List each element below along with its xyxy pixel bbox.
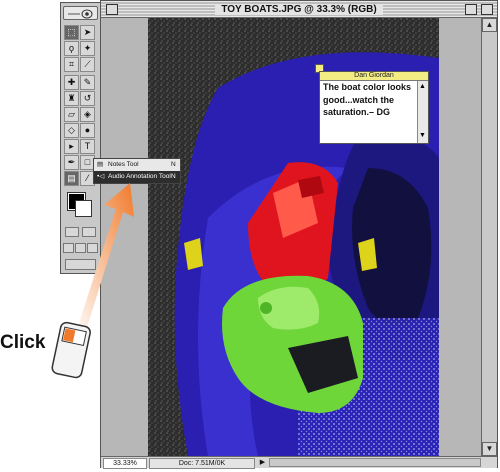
magic-wand-icon[interactable]: ✦ <box>80 41 95 56</box>
dodge-tool-icon[interactable]: ● <box>80 123 95 138</box>
type-tool-icon[interactable]: T <box>80 139 95 154</box>
eraser-tool-icon[interactable]: ▱ <box>64 107 79 122</box>
note-text[interactable]: The boat color looks good...watch the sa… <box>323 81 416 119</box>
vertical-scrollbar[interactable]: ▲ ▼ <box>481 18 497 456</box>
eye-logo-icon <box>68 9 93 19</box>
annotation-note[interactable]: Dan Giordan The boat color looks good...… <box>319 71 429 144</box>
healing-brush-icon[interactable]: ✚ <box>64 75 79 90</box>
note-author: Dan Giordan <box>320 72 428 81</box>
note-scroll-up-icon[interactable]: ▲ <box>419 83 426 90</box>
document-size: Doc: 7.51M/0K <box>149 458 255 469</box>
menu-item-shortcut: N <box>171 173 176 180</box>
window-title: TOY BOATS.JPG @ 33.3% (RGB) <box>101 2 497 17</box>
paint-bucket-icon[interactable]: ◈ <box>80 107 95 122</box>
zoom-field[interactable]: 33.33% <box>103 458 147 469</box>
menu-item-label: Notes Tool <box>108 161 139 168</box>
slice-tool-icon[interactable]: ⟋ <box>80 57 95 72</box>
history-brush-icon[interactable]: ↺ <box>80 91 95 106</box>
notes-menu-icon: ▤ <box>97 161 104 168</box>
scroll-down-icon[interactable]: ▼ <box>482 442 497 456</box>
lasso-tool-icon[interactable]: ϙ <box>64 41 79 56</box>
brush-tool-icon[interactable]: ✎ <box>80 75 95 90</box>
zoom-box[interactable] <box>465 4 477 15</box>
scroll-up-icon[interactable]: ▲ <box>482 18 497 32</box>
status-menu-arrow-icon[interactable]: ▶ <box>258 458 267 467</box>
status-bar: 33.33% Doc: 7.51M/0K ▶ <box>101 456 497 469</box>
green-boat-knob <box>260 302 272 314</box>
collapse-box[interactable] <box>481 4 493 15</box>
note-scrollbar[interactable]: ▲ ▼ <box>417 81 428 143</box>
horizontal-scrollbar[interactable] <box>269 458 481 467</box>
crop-tool-icon[interactable]: ⌗ <box>64 57 79 72</box>
mouse-click-icon <box>51 321 91 379</box>
marquee-tool-icon[interactable]: ⬚ <box>64 25 79 40</box>
move-tool-icon[interactable]: ➤ <box>80 25 95 40</box>
toolbox-header-logo <box>63 6 98 20</box>
blur-tool-icon[interactable]: ◇ <box>64 123 79 138</box>
document-window: TOY BOATS.JPG @ 33.3% (RGB) Dan Giordan … <box>100 0 498 469</box>
title-bar[interactable]: TOY BOATS.JPG @ 33.3% (RGB) <box>101 1 497 18</box>
pen-tool-icon[interactable]: ✒ <box>64 155 79 170</box>
note-scroll-down-icon[interactable]: ▼ <box>419 132 426 139</box>
menu-item-notes-tool[interactable]: ▤ Notes Tool N <box>94 159 180 171</box>
stamp-tool-icon[interactable]: ♜ <box>64 91 79 106</box>
path-select-icon[interactable]: ▸ <box>64 139 79 154</box>
click-label: Click <box>0 332 46 353</box>
menu-item-shortcut: N <box>171 161 176 168</box>
